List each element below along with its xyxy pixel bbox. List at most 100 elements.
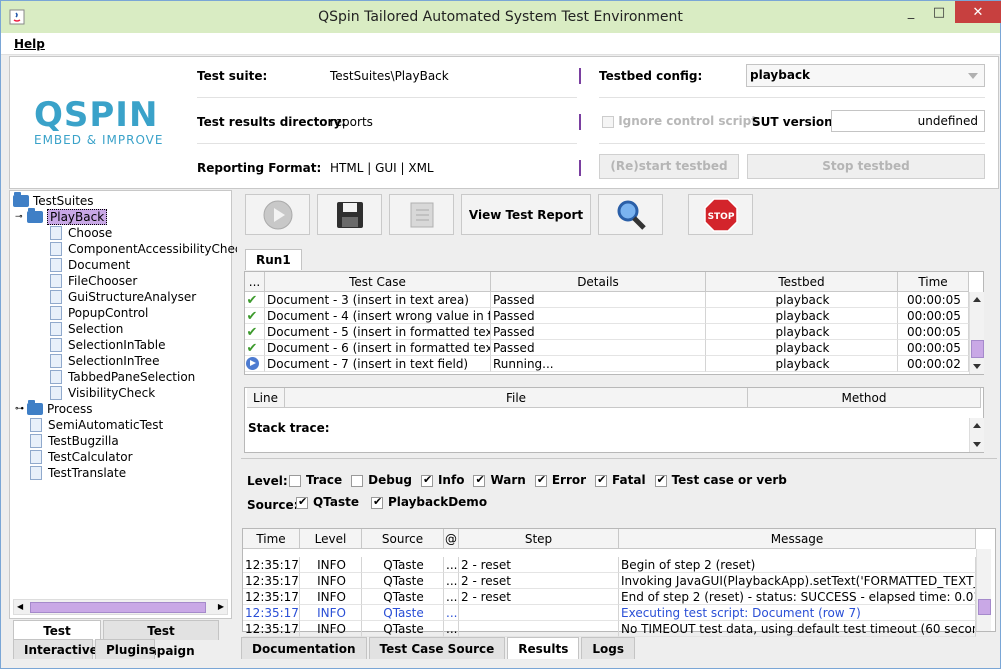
log-source-cell[interactable]: QTaste — [362, 621, 444, 637]
log-step-cell[interactable] — [459, 621, 619, 637]
tree-leaf-item[interactable]: SelectionInTable — [50, 337, 165, 353]
log-message-cell[interactable]: No TIMEOUT test data, using default test… — [619, 621, 976, 637]
log-step-cell[interactable]: 2 - reset — [459, 573, 619, 589]
testbed-cell[interactable]: playback — [706, 340, 898, 356]
test-case-cell[interactable]: Document - 3 (insert in text area) — [265, 292, 491, 308]
source-filter-qtaste[interactable]: QTaste — [296, 495, 359, 509]
minimize-button[interactable]: _ — [897, 1, 925, 23]
column-header[interactable]: Message — [619, 529, 976, 549]
tab-results[interactable]: Results — [507, 637, 580, 659]
tree-leaf-item[interactable]: GuiStructureAnalyser — [50, 289, 196, 305]
time-cell[interactable]: 00:00:05 — [898, 292, 969, 308]
details-cell[interactable]: Running... — [491, 356, 706, 372]
testbed-cell[interactable]: playback — [706, 324, 898, 340]
log-message-cell[interactable]: Invoking JavaGUI(PlaybackApp).setText('F… — [619, 573, 976, 589]
time-cell[interactable]: 00:00:05 — [898, 324, 969, 340]
tree-leaf-item[interactable]: ComponentAccessibilityChec — [50, 241, 241, 257]
scroll-thumb[interactable] — [971, 340, 984, 358]
column-header[interactable]: Details — [491, 272, 706, 292]
maximize-button[interactable]: □ — [925, 1, 953, 23]
log-at-cell[interactable]: ... — [444, 605, 459, 621]
column-header[interactable]: Line — [247, 388, 285, 408]
search-button[interactable] — [598, 194, 663, 235]
source-filter-playbackdemo[interactable]: PlaybackDemo — [370, 495, 487, 509]
details-cell[interactable]: Passed — [491, 340, 706, 356]
log-source-cell[interactable]: QTaste — [362, 589, 444, 605]
sut-version-field[interactable]: undefined — [831, 110, 985, 132]
column-header[interactable]: ... — [245, 272, 265, 292]
scroll-thumb[interactable] — [30, 602, 206, 613]
tab-plugins[interactable]: Plugins — [95, 639, 156, 659]
test-case-cell[interactable]: Document - 4 (insert wrong value in for.… — [265, 308, 491, 324]
test-case-cell[interactable]: Document - 6 (insert in formatted text f… — [265, 340, 491, 356]
log-level-cell[interactable]: INFO — [300, 605, 362, 621]
tab-logs[interactable]: Logs — [581, 637, 635, 659]
time-cell[interactable]: 00:00:02 — [898, 356, 969, 372]
stop-testbed-button[interactable]: Stop testbed — [747, 154, 985, 179]
log-vertical-scrollbar[interactable] — [976, 549, 991, 631]
tree-leaf-item[interactable]: Document — [50, 257, 130, 273]
restart-testbed-button[interactable]: (Re)start testbed — [599, 154, 739, 179]
log-step-cell[interactable] — [459, 605, 619, 621]
log-step-cell[interactable]: 2 - reset — [459, 557, 619, 573]
log-level-cell[interactable]: INFO — [300, 573, 362, 589]
column-header[interactable]: Source — [362, 529, 444, 549]
log-message-cell[interactable]: End of step 2 (reset) - status: SUCCESS … — [619, 589, 976, 605]
test-case-cell[interactable]: Document - 7 (insert in text field) — [265, 356, 491, 372]
level-filter-fatal[interactable]: Fatal — [595, 473, 646, 487]
column-header[interactable]: @ — [444, 529, 459, 549]
log-at-cell[interactable]: ... — [444, 573, 459, 589]
log-source-cell[interactable]: QTaste — [362, 573, 444, 589]
tree-horizontal-scrollbar[interactable]: ◀ ▶ — [13, 599, 228, 615]
column-header[interactable]: Method — [748, 388, 981, 408]
scroll-thumb[interactable] — [978, 599, 991, 615]
tree-node-testsuites[interactable]: TestSuites — [13, 192, 94, 209]
tree-leaf-item[interactable]: TestBugzilla — [30, 433, 119, 449]
log-time-cell[interactable]: 12:35:17 — [243, 621, 300, 637]
tab-documentation[interactable]: Documentation — [241, 637, 367, 659]
log-message-cell[interactable]: Executing test script: Document (row 7) — [619, 605, 976, 621]
log-level-cell[interactable]: INFO — [300, 589, 362, 605]
tab-test-campaign[interactable]: Test Campaign — [103, 620, 219, 658]
tab-interactive[interactable]: Interactive — [13, 639, 98, 659]
log-at-cell[interactable]: ... — [444, 557, 459, 573]
results-vertical-scrollbar[interactable] — [969, 292, 984, 374]
log-at-cell[interactable]: ... — [444, 589, 459, 605]
tree-leaf-item[interactable]: Choose — [50, 225, 112, 241]
view-test-report-button[interactable]: View Test Report — [461, 194, 591, 235]
column-header[interactable]: Testbed — [706, 272, 898, 292]
log-level-cell[interactable]: INFO — [300, 557, 362, 573]
run-button[interactable] — [245, 194, 310, 235]
log-step-cell[interactable]: 2 - reset — [459, 589, 619, 605]
level-filter-test-case-or-verb[interactable]: Test case or verb — [654, 473, 787, 487]
tree-leaf-item[interactable]: VisibilityCheck — [50, 385, 155, 401]
log-time-cell[interactable]: 12:35:17 — [243, 557, 300, 573]
tree-leaf-item[interactable]: SelectionInTree — [50, 353, 159, 369]
close-button[interactable]: ✕ — [955, 1, 1001, 23]
tab-run1[interactable]: Run1 — [245, 249, 302, 270]
tree-node-process[interactable]: ⊶ Process — [15, 400, 93, 417]
log-time-cell[interactable]: 12:35:17 — [243, 605, 300, 621]
level-filter-debug[interactable]: Debug — [351, 473, 412, 487]
debug-button[interactable] — [389, 194, 454, 235]
tree-leaf-item[interactable]: TestCalculator — [30, 449, 133, 465]
trace-vertical-scrollbar[interactable] — [969, 418, 984, 452]
test-case-cell[interactable]: Document - 5 (insert in formatted text f… — [265, 324, 491, 340]
column-header[interactable]: Test Case — [265, 272, 491, 292]
tree-leaf-item[interactable]: SemiAutomaticTest — [30, 417, 163, 433]
log-time-cell[interactable]: 12:35:17 — [243, 573, 300, 589]
level-filter-info[interactable]: Info — [420, 473, 464, 487]
level-filter-warn[interactable]: Warn — [473, 473, 526, 487]
log-message-cell[interactable]: Begin of step 2 (reset) — [619, 557, 976, 573]
tree-leaf-item[interactable]: Selection — [50, 321, 123, 337]
details-cell[interactable]: Passed — [491, 308, 706, 324]
level-filter-trace[interactable]: Trace — [289, 473, 342, 487]
column-header[interactable]: File — [285, 388, 748, 408]
log-time-cell[interactable]: 12:35:17 — [243, 589, 300, 605]
tab-test-case-source[interactable]: Test Case Source — [368, 637, 506, 659]
time-cell[interactable]: 00:00:05 — [898, 308, 969, 324]
time-cell[interactable]: 00:00:05 — [898, 340, 969, 356]
tab-test-cases[interactable]: Test Cases — [13, 620, 101, 658]
testbed-cell[interactable]: playback — [706, 308, 898, 324]
tree-leaf-item[interactable]: TestTranslate — [30, 465, 126, 481]
